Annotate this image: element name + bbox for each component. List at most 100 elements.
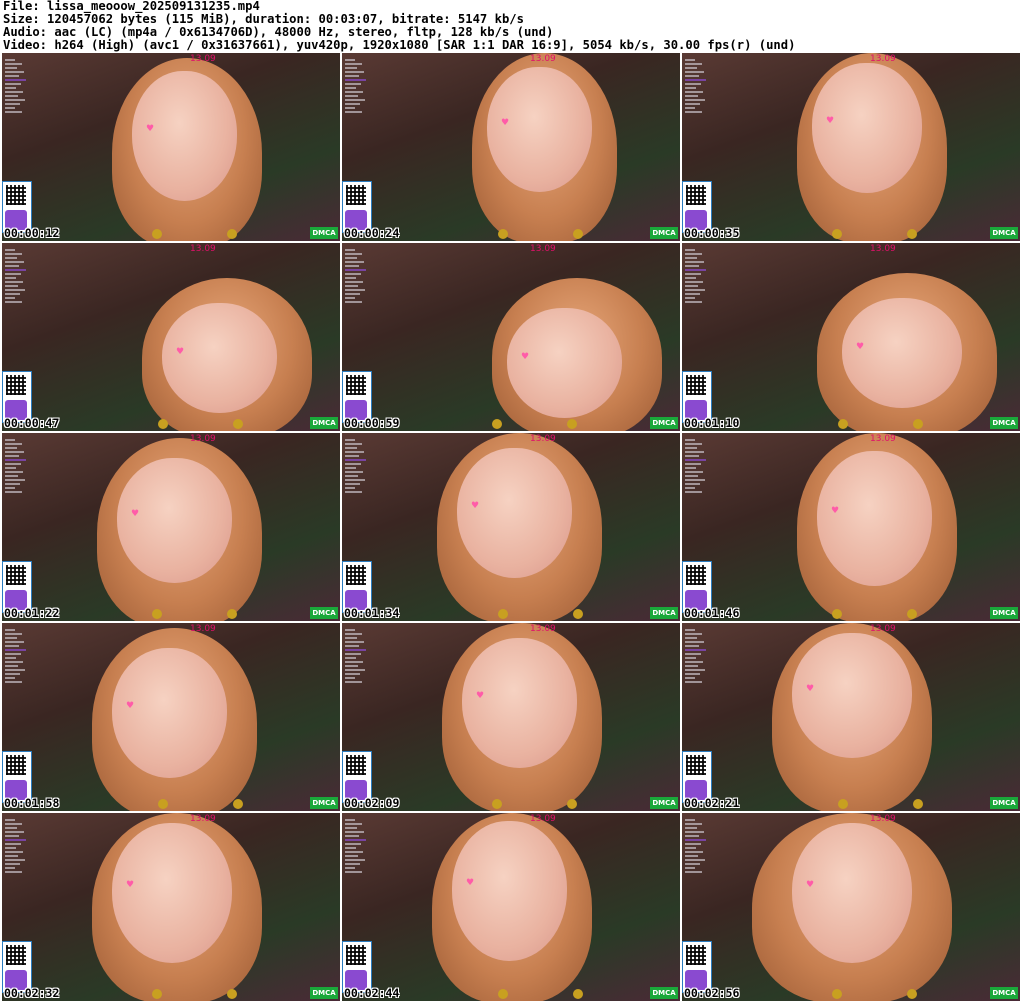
stats-line [5,285,18,287]
stats-line [5,851,23,853]
stats-line [685,487,695,489]
stats-line [5,455,19,457]
stats-line [685,863,700,865]
thumbnail-frame: ♥ 13.09 DMCA 00:00:24 [342,53,680,241]
dmca-badge: DMCA [310,987,338,999]
tip-sticker-icon [158,419,168,429]
stats-line [345,673,360,675]
stream-stats-panel [345,247,367,305]
stats-line [5,471,23,473]
overlay-date-text: 13.09 [530,244,556,254]
stats-line [345,281,363,283]
overlay-date-text: 13.09 [190,814,216,824]
stats-line [345,95,358,97]
tip-sticker-icon [498,229,508,239]
stats-line [345,249,355,251]
stats-line [345,111,362,113]
frame-timestamp: 00:00:35 [684,226,740,240]
stats-line [345,855,358,857]
stats-line [345,645,359,647]
stats-line [685,285,698,287]
stats-line [345,471,363,473]
stats-line [345,633,362,635]
thumbnail-grid: ♥ 13.09 DMCA 00:00:12 ♥ 13.09 DMCA 00:00:24 ♥ 13.… [2,53,1022,1001]
stream-stats-panel [685,627,707,685]
stats-line [345,859,365,861]
stats-line [5,107,15,109]
stats-line [5,103,20,105]
stats-line [685,649,706,651]
tip-sticker-icon [498,989,508,999]
dmca-badge: DMCA [990,607,1018,619]
heart-sticker-icon: ♥ [521,352,530,363]
stats-line [5,297,15,299]
stats-line [685,835,699,837]
stats-line [685,257,697,259]
frame-timestamp: 00:01:10 [684,416,740,430]
tip-sticker-icon [227,989,237,999]
stats-line [5,459,26,461]
stats-line [685,253,702,255]
stats-line [345,79,366,81]
stats-line [5,839,26,841]
stats-line [685,87,696,89]
stats-line [345,863,360,865]
stats-line [5,483,20,485]
stats-line [5,277,16,279]
stream-stats-panel [345,627,367,685]
face-shape [792,633,912,758]
stats-line [345,491,362,493]
stats-line [5,649,26,651]
overlay-date-text: 13.09 [530,814,556,824]
stats-line [345,839,366,841]
stats-line [5,301,22,303]
frame-timestamp: 00:00:47 [4,416,60,430]
stats-line [345,289,365,291]
stats-line [685,859,705,861]
stream-stats-panel [5,57,27,115]
tip-sticker-icon [233,799,243,809]
stats-line [5,633,22,635]
stats-line [685,637,697,639]
tip-sticker-icon [832,989,842,999]
stats-line [685,471,703,473]
stats-line [685,867,695,869]
dmca-badge: DMCA [990,227,1018,239]
stats-line [5,111,22,113]
tip-sticker-icon [573,989,583,999]
tip-sticker-icon [913,799,923,809]
stats-line [5,249,15,251]
tip-sticker-icon [907,229,917,239]
stats-line [345,277,356,279]
frame-timestamp: 00:01:34 [344,606,400,620]
dmca-badge: DMCA [310,227,338,239]
stats-line [345,681,362,683]
stats-line [345,273,361,275]
stats-line [345,463,361,465]
dmca-badge: DMCA [650,607,678,619]
dmca-badge: DMCA [990,987,1018,999]
stream-stats-panel [685,437,707,495]
stats-line [685,665,698,667]
stats-line [5,831,24,833]
stats-line [345,257,357,259]
stats-line [5,823,22,825]
stats-line [685,871,702,873]
tip-sticker-icon [907,989,917,999]
tip-sticker-icon [573,229,583,239]
stats-line [5,265,19,267]
overlay-date-text: 13.09 [530,624,556,634]
tip-sticker-icon [832,229,842,239]
heart-sticker-icon: ♥ [131,508,140,519]
stats-line [345,653,361,655]
stats-line [5,253,22,255]
face-shape [117,458,232,583]
stats-line [345,467,356,469]
stream-stats-panel [685,247,707,305]
stats-line [685,657,696,659]
stats-line [5,677,15,679]
video-info-line: Video: h264 (High) (avc1 / 0x31637661), … [3,38,796,52]
stats-line [345,629,355,631]
stats-line [685,451,704,453]
frame-timestamp: 00:02:56 [684,986,740,1000]
